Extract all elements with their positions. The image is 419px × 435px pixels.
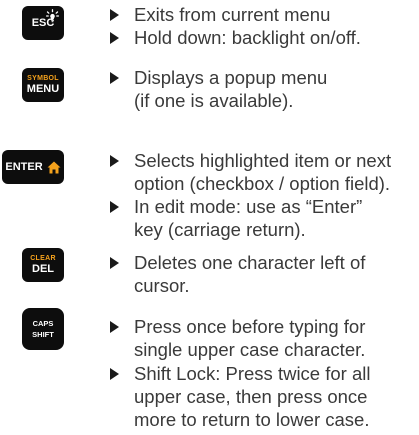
bullet-arrow-icon [110, 201, 119, 213]
del-key-sublabel: CLEAR [30, 255, 56, 262]
del-key-label: DEL [32, 263, 54, 275]
menu-key-label: MENU [26, 83, 60, 95]
bullet-arrow-icon [110, 9, 119, 21]
caps-shift-key: CAPS SHIFT [22, 308, 64, 350]
backlight-icon [46, 9, 59, 23]
caps-shift-key-line2: SHIFT [32, 329, 54, 339]
del-key: CLEAR DEL [22, 248, 64, 282]
bullet-arrow-icon [110, 368, 119, 380]
bullet-arrow-icon [110, 321, 119, 333]
bullet-arrow-icon [110, 257, 119, 269]
home-icon [47, 161, 61, 174]
enter-key: ENTER [2, 150, 64, 184]
bullet-arrow-icon [110, 32, 119, 44]
bullet-arrow-icon [110, 155, 119, 167]
caps-shift-key-line1: CAPS [32, 319, 54, 328]
esc-key: ESC [22, 6, 64, 40]
bullet-arrow-icon [110, 72, 119, 84]
menu-key-sublabel: SYMBOL [27, 75, 59, 82]
menu-key: SYMBOL MENU [22, 68, 64, 102]
enter-key-label: ENTER [5, 160, 43, 173]
